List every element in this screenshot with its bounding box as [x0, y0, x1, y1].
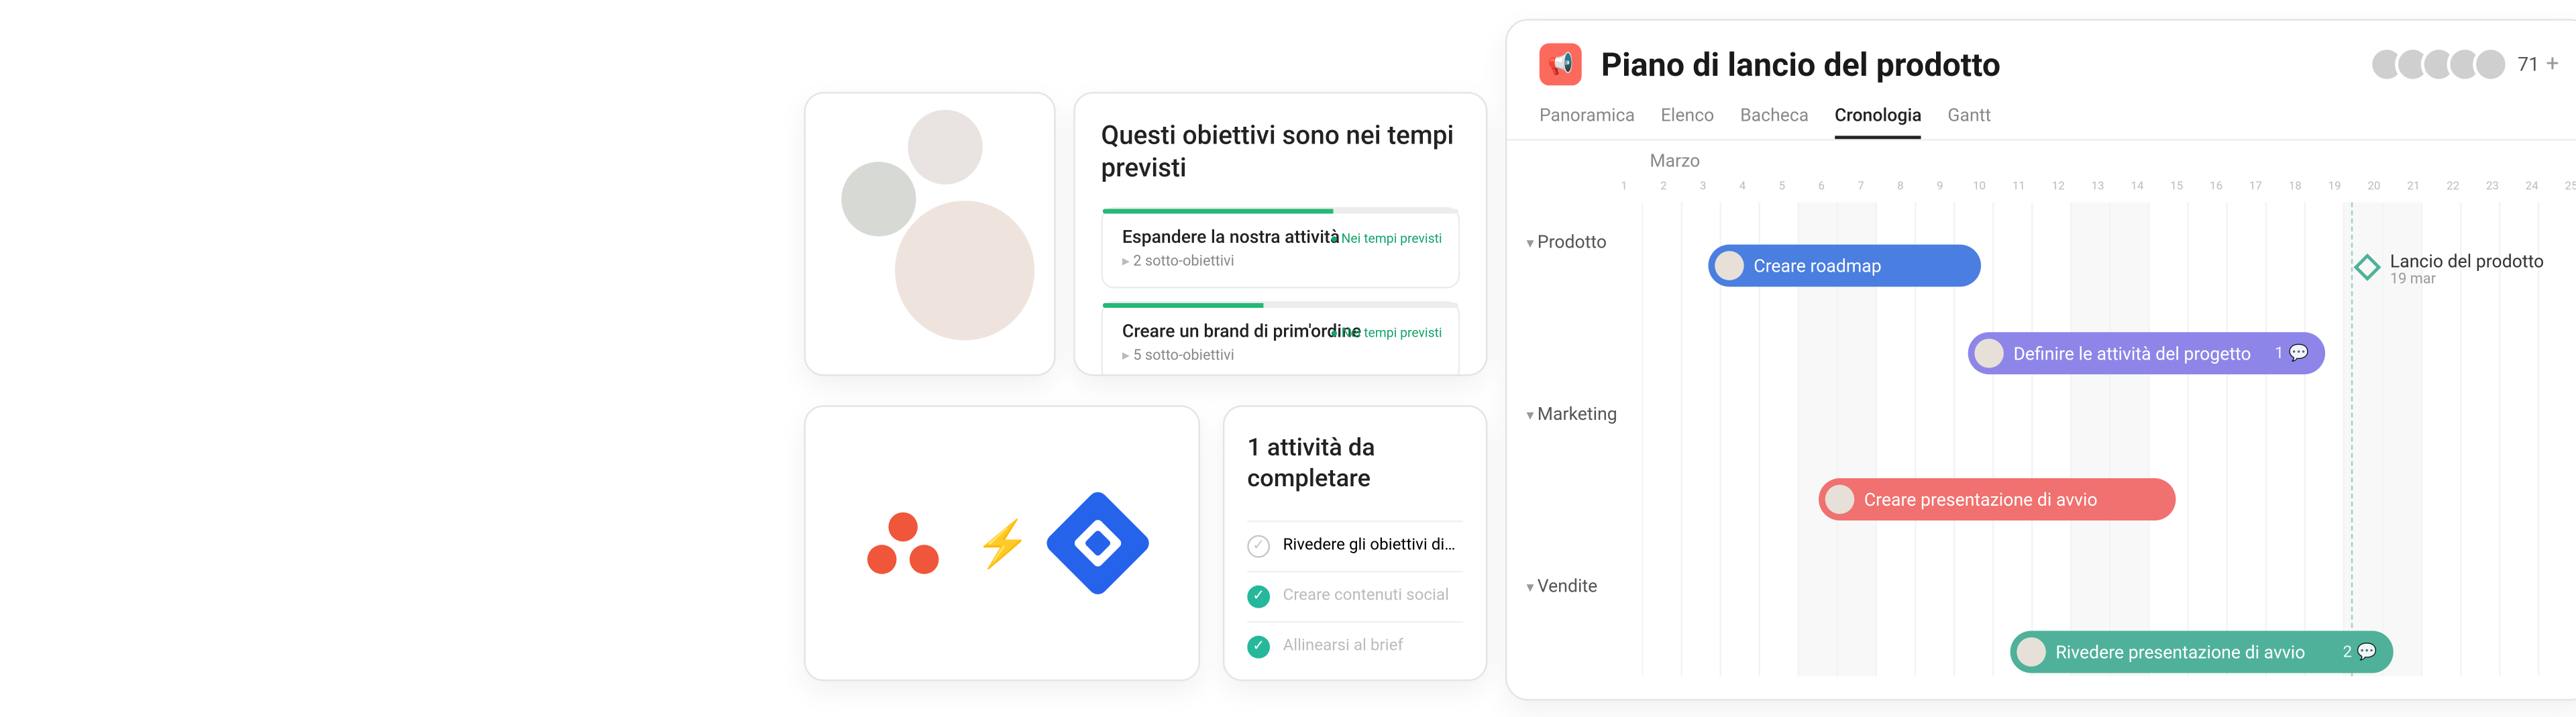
tab-list[interactable]: Elenco — [1661, 95, 1715, 139]
avatar — [1974, 339, 2004, 368]
team-avatars-card — [804, 92, 1056, 376]
task-row[interactable]: ✓ Allinearsi al brief — [1247, 620, 1463, 671]
task-bar-label: Creare roadmap — [1754, 255, 1881, 276]
goals-heading: Questi obiettivi sono nei tempi previsti — [1101, 119, 1460, 184]
project-timeline-window: 📢 Piano di lancio del prodotto 71 + Pano… — [1505, 19, 2576, 700]
avatar — [2472, 46, 2508, 82]
goal-subtitle: 5 sotto-obiettivi — [1122, 348, 1439, 364]
goal-subtitle: 2 sotto-obiettivi — [1122, 254, 1439, 270]
tasks-heading: 1 attività da completare — [1247, 433, 1463, 494]
project-icon: 📢 — [1540, 44, 1582, 86]
goal-item[interactable]: Espandere la nostra attività Nei tempi p… — [1101, 207, 1460, 288]
avatar — [2017, 637, 2046, 667]
timeline-task-bar[interactable]: Creare roadmap — [1709, 245, 1982, 287]
day-axis: 1234567891011121314151617181920212223242… — [1605, 180, 2576, 203]
section-label[interactable]: Prodotto — [1526, 231, 1607, 252]
bolt-icon: ⚡ — [975, 516, 1024, 570]
integration-logos-card: ⚡ — [804, 405, 1200, 681]
jira-logo-icon — [1059, 504, 1137, 582]
milestone[interactable]: Lancio del prodotto 19 mar — [2358, 251, 2544, 288]
comment-count: 1 💬 — [2275, 344, 2309, 362]
member-count: 71 — [2518, 53, 2540, 76]
check-circle-icon[interactable]: ✓ — [1247, 635, 1270, 658]
section-label[interactable]: Vendite — [1526, 575, 1597, 596]
tab-overview[interactable]: Panoramica — [1540, 95, 1635, 139]
task-bar-label: Definire le attività del progetto — [2013, 343, 2251, 364]
asana-logo-icon — [867, 512, 938, 574]
check-circle-icon[interactable]: ✓ — [1247, 535, 1270, 557]
tasks-card: 1 attività da completare ✓ Rivedere gli … — [1223, 405, 1487, 681]
status-badge: Nei tempi previsti — [1330, 231, 1442, 246]
month-label: Marzo — [1650, 150, 1700, 171]
milestone-date: 19 mar — [2390, 272, 2544, 288]
avatar — [1825, 485, 1855, 514]
timeline-task-bar[interactable]: Definire le attività del progetto 1 💬 — [1968, 332, 2325, 374]
milestone-title: Lancio del prodotto — [2390, 251, 2544, 272]
avatar — [841, 162, 916, 236]
check-circle-icon[interactable]: ✓ — [1247, 585, 1270, 608]
add-member-button[interactable]: + — [2546, 52, 2559, 78]
diamond-icon — [2353, 254, 2381, 281]
avatar — [895, 201, 1034, 340]
timeline-area[interactable]: Marzo 1234567891011121314151617181920212… — [1507, 141, 2576, 677]
goals-card: Questi obiettivi sono nei tempi previsti… — [1073, 92, 1487, 376]
task-label: Rivedere gli obiettivi di… — [1283, 537, 1455, 555]
tab-timeline[interactable]: Cronologia — [1835, 95, 1922, 139]
task-row[interactable]: ✓ Creare contenuti social — [1247, 570, 1463, 620]
avatar — [1715, 251, 1744, 280]
goal-item[interactable]: Creare un brand di prim'ordine Nei tempi… — [1101, 301, 1460, 376]
task-row[interactable]: ✓ Rivedere gli obiettivi di… — [1247, 520, 1463, 570]
avatar — [908, 110, 982, 184]
tab-board[interactable]: Bacheca — [1740, 95, 1809, 139]
project-title: Piano di lancio del prodotto — [1601, 45, 2000, 84]
timeline-task-bar[interactable]: Creare presentazione di avvio — [1819, 478, 2176, 520]
section-label[interactable]: Marketing — [1526, 404, 1617, 425]
task-label: Creare contenuti social — [1283, 587, 1449, 605]
task-bar-label: Creare presentazione di avvio — [1864, 489, 2098, 510]
tab-gantt[interactable]: Gantt — [1947, 95, 1991, 139]
task-bar-label: Rivedere presentazione di avvio — [2055, 641, 2305, 662]
project-tabs: Panoramica Elenco Bacheca Cronologia Gan… — [1507, 95, 2576, 141]
comment-count: 2 💬 — [2343, 643, 2377, 661]
status-badge: Nei tempi previsti — [1330, 326, 1442, 341]
timeline-task-bar[interactable]: Rivedere presentazione di avvio 2 💬 — [2010, 631, 2394, 673]
task-label: Allinearsi al brief — [1283, 637, 1403, 655]
member-avatars[interactable]: 71 + — [2378, 46, 2559, 82]
